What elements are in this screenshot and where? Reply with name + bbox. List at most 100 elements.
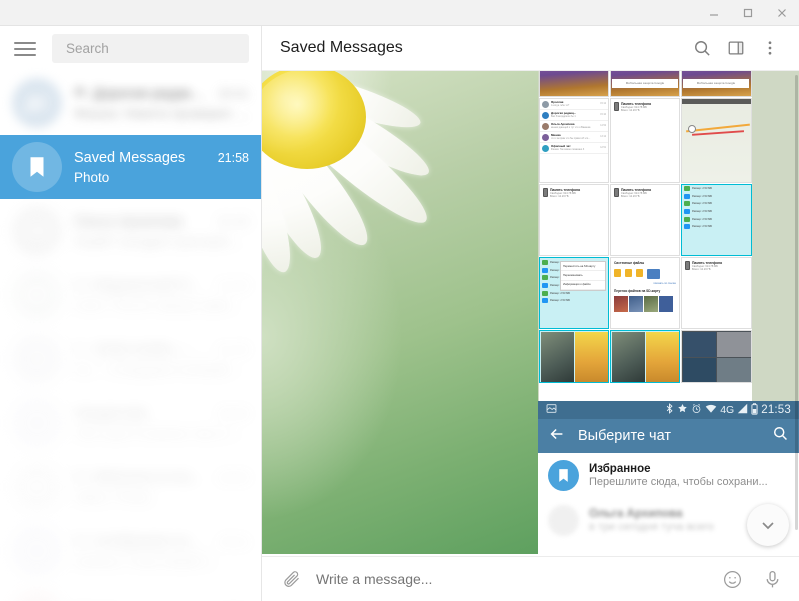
search-placeholder: Search <box>66 41 109 56</box>
signal-icon <box>737 403 748 417</box>
avatar: СТ <box>12 526 62 576</box>
android-chat-item: Избранное Перешлите сюда, чтобы сохрани..… <box>538 453 799 498</box>
collage-chat-row: Дорогая редакц... Вас благодарили бы 1 15:… <box>540 110 608 121</box>
chat-item-preview: Алекса: Счастливой :) <box>74 554 213 569</box>
collage-file-row: Размер: 2.53 МБ <box>682 193 751 201</box>
more-vertical-icon[interactable] <box>753 31 787 65</box>
chat-item-time: 21:23 <box>217 214 249 229</box>
chat-item-title: Cheb.media — LIVE <box>93 342 212 358</box>
chat-item-title: Чиндясовв <box>74 405 147 422</box>
scroll-to-bottom-button[interactable] <box>747 504 789 546</box>
google-badge: Мобильная защита Google <box>696 80 736 85</box>
collage-chat-row: Ярослав А когда тебе то? 15:12 <box>540 99 608 110</box>
search-icon[interactable] <box>772 425 789 447</box>
chat-list-item[interactable]: ДС Дорогая редакция 23:01 Фишка: Никита про… <box>0 71 261 135</box>
group-icon <box>74 85 87 98</box>
collage-chatlist-shot: Ярослав А когда тебе то? 15:12 Дорогая реда… <box>539 98 609 183</box>
collage-memory-shot: Память телефона Свободно: 614.78 МБ Всег… <box>610 98 680 183</box>
chat-item-time: 19:54 <box>217 471 249 485</box>
chat-list-item[interactable]: ФФишка17:11 <box>0 583 261 601</box>
chat-item-preview: Таб ншм Сложное так а так... <box>74 425 249 441</box>
hamburger-menu-icon[interactable] <box>14 37 38 61</box>
message-photo-collage[interactable]: Мобильная защита Google Мобильная защита… <box>538 71 799 554</box>
message-scrollbar[interactable] <box>794 71 799 556</box>
android-appbar: Выберите чат <box>538 419 799 453</box>
collage-file-row: Размер: 2.53 МБ <box>682 208 751 216</box>
avatar: Ф <box>12 590 62 601</box>
chat-item-time: 19:11 <box>218 535 249 549</box>
bluetooth-icon <box>665 403 674 417</box>
chat-item-preview: Ск...: Сотрудник полиции по... <box>74 362 249 377</box>
chat-title: Saved Messages <box>280 39 403 56</box>
attach-paperclip-icon[interactable] <box>276 564 306 594</box>
search-icon[interactable] <box>685 31 719 65</box>
chat-item-preview: Photo <box>74 169 110 185</box>
chat-item-title: Saved Messages <box>74 149 186 166</box>
chat-list-item[interactable]: Ч Чиндясовв 20:34 Таб ншм Сложное так а так… <box>0 391 261 455</box>
android-chat-subtitle: Перешлите сюда, чтобы сохрани... <box>589 476 768 488</box>
avatar: МП <box>12 270 62 320</box>
chat-list-item[interactable]: МП Мариинский Пос... 21:20 Олег: После завт… <box>0 263 261 327</box>
chat-item-preview: YouM7 сегодня тучи всего ... <box>74 233 249 249</box>
chat-item-time: 20:34 <box>217 406 249 421</box>
group-icon <box>74 533 87 546</box>
avatar: WK <box>12 462 62 512</box>
emoji-icon[interactable] <box>717 564 747 594</box>
chat-item-title: Мариинский Пос... <box>93 278 212 294</box>
wifi-icon <box>705 403 717 417</box>
battery-icon <box>751 402 758 418</box>
bookmark-icon <box>12 142 62 192</box>
collage-menu-item: Информация о файле <box>561 281 605 291</box>
sidebar-topbar: Search <box>0 26 261 71</box>
avatar: ДС <box>12 78 62 128</box>
bookmark-icon <box>548 460 579 491</box>
chat-item-preview: Фишка: Никита проверил эс... <box>74 106 249 121</box>
avatar: Ч <box>12 398 62 448</box>
google-badge: Мобильная защита Google <box>625 80 665 85</box>
avatar <box>548 505 579 536</box>
chat-list[interactable]: ДС Дорогая редакция 23:01 Фишка: Никита про… <box>0 71 261 601</box>
collage-menu-item: Переименовать <box>561 271 605 281</box>
chat-item-preview: Viktor: Photo <box>74 490 152 505</box>
chat-list-item[interactable]: Saved Messages 21:58 Photo <box>0 135 261 199</box>
message-composer <box>262 556 799 601</box>
message-area[interactable]: Мобильная защита Google Мобильная защита… <box>262 71 799 556</box>
collage-chat-row: Ольга Архипова менем дающей и тут что о В… <box>540 121 608 132</box>
chat-item-time: 23:01 <box>217 87 249 101</box>
chat-item-time: 21:58 <box>217 150 249 165</box>
chat-item-preview: Олег: После завтра принято... <box>74 298 249 313</box>
chat-list-item[interactable]: WK Welcome to Kazan! 19:54 Viktor: Photo <box>0 455 261 519</box>
collage-file-row: Размер: 2.53 МБ <box>540 297 608 305</box>
window-maximize-button[interactable] <box>731 0 765 25</box>
collage-filelist-shot: Размер: 2.53 МБ Размер: 2.53 МБ Размер: 2.… <box>681 184 752 256</box>
message-photo-daisy[interactable] <box>262 71 538 554</box>
message-input[interactable] <box>316 571 707 587</box>
split-panel-icon[interactable] <box>719 31 753 65</box>
sidebar: Search ДС Дорогая редакция 23:01 Фишка: Ник… <box>0 26 262 601</box>
collage-file-row: Размер: 2.53 МБ <box>682 223 751 231</box>
group-icon <box>74 469 87 482</box>
collage-menu-item: Переместить на SD-карту <box>561 262 605 272</box>
avatar: Ч <box>12 334 62 384</box>
chat-list-item[interactable]: ОА Ольга Архипова 21:23 YouM7 сегодня тучи … <box>0 199 261 263</box>
chat-header: Saved Messages <box>262 26 799 71</box>
chat-pane: Saved Messages Мобильная защита Google М… <box>262 26 799 601</box>
collage-map-shot <box>681 98 752 183</box>
chat-item-time: 21:15 <box>217 343 249 357</box>
window-titlebar <box>0 0 799 26</box>
search-input[interactable]: Search <box>52 34 249 63</box>
back-arrow-icon[interactable] <box>548 425 566 448</box>
collage-chat-row: Мишка что с ветрам что бы прямо об это...… <box>540 132 608 143</box>
android-appbar-title: Выберите чат <box>578 428 671 444</box>
group-icon <box>74 277 87 290</box>
chat-list-item[interactable]: Ч Cheb.media — LIVE 21:15 Ск...: Сотрудник … <box>0 327 261 391</box>
window-close-button[interactable] <box>765 0 799 25</box>
chat-item-title: Дорогая редакция <box>93 86 212 102</box>
chat-item-title: Сообразим на троих <box>93 534 213 550</box>
window-minimize-button[interactable] <box>697 0 731 25</box>
microphone-icon[interactable] <box>757 564 787 594</box>
collage-memory-shot: Память телефона Свободно: 614.78 МБ Всег… <box>610 184 680 256</box>
image-icon <box>546 403 557 417</box>
chat-list-item[interactable]: СТ Сообразим на троих 19:11 Алекса: Счастли… <box>0 519 261 583</box>
android-chat-name: Избранное <box>589 463 651 475</box>
